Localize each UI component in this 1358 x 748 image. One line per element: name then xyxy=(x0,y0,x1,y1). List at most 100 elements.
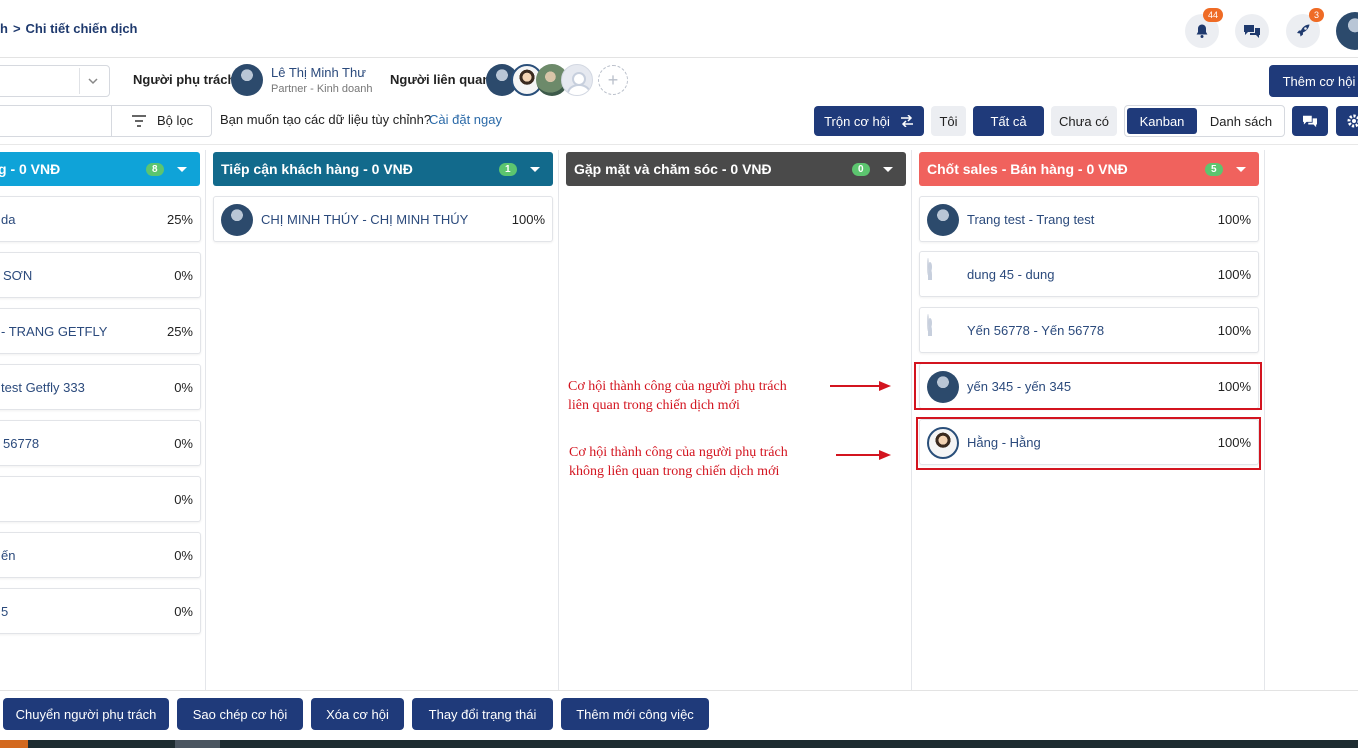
add-task-button[interactable]: Thêm mới công việc xyxy=(561,698,709,730)
annotation-line: không liên quan trong chiến dịch mới xyxy=(569,464,780,479)
caret-down-icon[interactable] xyxy=(883,167,893,172)
custom-data-link[interactable]: Cài đặt ngay xyxy=(429,112,502,127)
card-name: da xyxy=(1,212,16,227)
card-percent: 100% xyxy=(1217,323,1251,338)
custom-data-prompt: Bạn muốn tạo các dữ liệu tùy chỉnh? xyxy=(220,112,432,127)
caret-down-icon[interactable] xyxy=(1236,167,1246,172)
opportunity-card[interactable]: SƠN 0% xyxy=(0,252,201,298)
opportunity-card[interactable]: 5 0% xyxy=(0,588,201,634)
card-name: - TRANG GETFLY xyxy=(1,324,108,339)
change-status-button[interactable]: Thay đổi trạng thái xyxy=(412,698,553,730)
toolbar-divider xyxy=(0,144,1358,145)
list-view-button[interactable]: Danh sách xyxy=(1199,108,1283,134)
stage-count: 0 xyxy=(852,163,870,176)
stage-title: Gặp mặt và chăm sóc - 0 VNĐ xyxy=(574,161,772,177)
notifications-button[interactable]: 44 xyxy=(1185,8,1223,48)
caret-down-icon[interactable] xyxy=(177,167,187,172)
card-percent: 100% xyxy=(1217,267,1251,282)
swap-icon xyxy=(900,115,913,127)
card-avatar xyxy=(927,258,929,275)
rocket-button[interactable]: 3 xyxy=(1286,8,1324,48)
campaign-select[interactable] xyxy=(0,65,110,97)
filter-box[interactable]: Bộ lọc xyxy=(0,105,212,137)
select-divider xyxy=(79,68,80,94)
add-related-icon[interactable]: + xyxy=(598,65,628,95)
column-divider xyxy=(558,150,559,690)
column-divider xyxy=(1264,150,1265,690)
column-divider xyxy=(205,150,206,690)
rocket-badge: 3 xyxy=(1308,8,1324,22)
card-avatar xyxy=(927,314,929,331)
bell-icon xyxy=(1196,24,1208,38)
stage-header[interactable]: Chốt sales - Bán hàng - 0 VNĐ 5 xyxy=(919,152,1259,186)
opportunity-card[interactable]: dung 45 - dung 100% xyxy=(919,251,1259,297)
owner-label: Người phụ trách xyxy=(133,72,236,87)
delete-opportunity-button[interactable]: Xóa cơ hội xyxy=(311,698,404,730)
column-divider xyxy=(911,150,912,690)
stage-title: Chốt sales - Bán hàng - 0 VNĐ xyxy=(927,161,1128,177)
card-name: Trang test - Trang test xyxy=(967,212,1095,227)
annotation-note: Cơ hội thành công của người phụ trách kh… xyxy=(569,443,788,481)
card-avatar xyxy=(221,204,253,236)
stage-header[interactable]: Tiếp cận khách hàng - 0 VNĐ 1 xyxy=(213,152,553,186)
owner-avatar[interactable] xyxy=(231,64,263,96)
opportunity-card[interactable]: test Getfly 333 0% xyxy=(0,364,201,410)
chat-icon xyxy=(1244,25,1260,38)
related-label: Người liên quan xyxy=(390,72,491,87)
taskbar-app-icon[interactable] xyxy=(175,740,220,748)
stage-header[interactable]: g - 0 VNĐ 8 xyxy=(0,152,200,186)
card-name: test Getfly 333 xyxy=(1,380,85,395)
all-filter-button[interactable]: Tất cả xyxy=(973,106,1044,136)
transfer-owner-button[interactable]: Chuyển người phụ trách xyxy=(3,698,169,730)
kanban-view-button[interactable]: Kanban xyxy=(1127,108,1197,134)
owner-name[interactable]: Lê Thị Minh Thư xyxy=(271,65,366,80)
settings-button[interactable] xyxy=(1336,106,1358,136)
stage-count: 8 xyxy=(146,163,164,176)
filter-label: Bộ lọc xyxy=(157,113,194,128)
card-name: CHỊ MINH THÚY - CHỊ MINH THÚY xyxy=(261,212,469,227)
filter-divider xyxy=(111,106,112,136)
card-percent: 25% xyxy=(166,212,193,227)
os-taskbar xyxy=(0,740,1358,748)
card-name: ến xyxy=(1,548,16,563)
breadcrumb: h > Chi tiết chiến dịch xyxy=(0,21,138,36)
breadcrumb-separator-icon: > xyxy=(12,21,21,36)
me-filter-button[interactable]: Tôi xyxy=(931,106,966,136)
chat-icon xyxy=(1303,115,1317,128)
opportunity-card[interactable]: 0% xyxy=(0,476,201,522)
card-percent: 0% xyxy=(174,380,193,395)
comments-button[interactable] xyxy=(1292,106,1328,136)
annotation-line: Cơ hội thành công của người phụ trách xyxy=(568,379,787,394)
none-filter-button[interactable]: Chưa có xyxy=(1051,106,1117,136)
stage-count: 5 xyxy=(1205,163,1223,176)
card-percent: 0% xyxy=(174,436,193,451)
merge-opportunity-button[interactable]: Trộn cơ hội xyxy=(814,106,924,136)
chat-button[interactable] xyxy=(1235,14,1269,48)
add-opportunity-button[interactable]: Thêm cơ hội xyxy=(1269,65,1358,97)
card-name: Yến 56778 - Yến 56778 xyxy=(967,323,1105,338)
related-avatar[interactable] xyxy=(561,64,593,96)
top-bar xyxy=(0,0,1358,58)
card-percent: 25% xyxy=(166,324,193,339)
opportunity-card[interactable]: Yến 56778 - Yến 56778 100% xyxy=(919,307,1259,353)
opportunity-card[interactable]: - TRANG GETFLY 25% xyxy=(0,308,201,354)
opportunity-card[interactable]: Trang test - Trang test 100% xyxy=(919,196,1259,242)
card-avatar xyxy=(927,204,959,236)
card-percent: 0% xyxy=(174,604,193,619)
opportunity-card[interactable]: da 25% xyxy=(0,196,201,242)
opportunity-card[interactable]: ến 0% xyxy=(0,532,201,578)
chevron-down-icon xyxy=(88,78,98,85)
opportunity-card[interactable]: 56778 0% xyxy=(0,420,201,466)
copy-opportunity-button[interactable]: Sao chép cơ hội xyxy=(177,698,303,730)
stage-header[interactable]: Gặp mặt và chăm sóc - 0 VNĐ 0 xyxy=(566,152,906,186)
highlight-box xyxy=(916,417,1261,470)
caret-down-icon[interactable] xyxy=(530,167,540,172)
arrow-icon xyxy=(836,454,880,456)
breadcrumb-prev[interactable]: h xyxy=(0,21,8,36)
opportunity-card[interactable]: CHỊ MINH THÚY - CHỊ MINH THÚY 100% xyxy=(213,196,553,242)
view-toggle: Kanban Danh sách xyxy=(1124,105,1285,137)
card-name: 56778 xyxy=(3,436,40,451)
card-percent: 100% xyxy=(1217,212,1251,227)
card-percent: 0% xyxy=(174,492,193,507)
taskbar-app-icon[interactable] xyxy=(0,740,28,748)
